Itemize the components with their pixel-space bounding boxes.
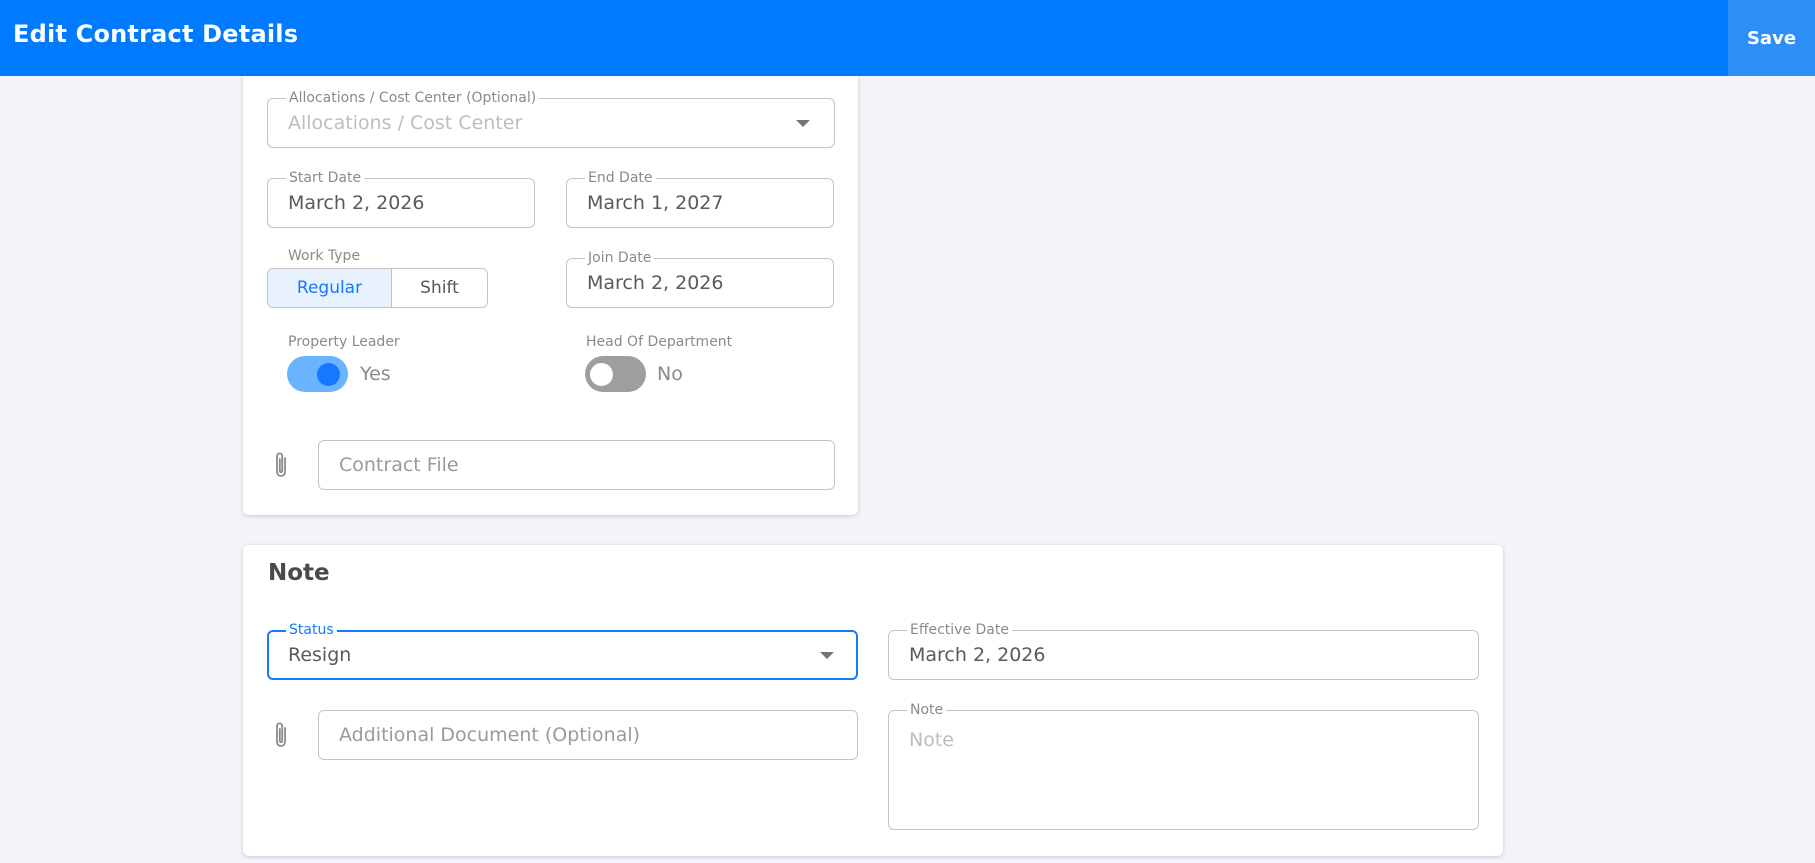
allocations-label: Allocations / Cost Center (Optional) xyxy=(286,90,540,106)
status-label: Status xyxy=(286,622,337,638)
note-textarea[interactable]: Note Note xyxy=(888,702,1479,830)
end-date-label: End Date xyxy=(585,170,656,186)
additional-document-input[interactable]: Additional Document (Optional) xyxy=(318,710,858,760)
work-type-label: Work Type xyxy=(288,248,361,264)
save-button[interactable]: Save xyxy=(1728,0,1815,76)
note-card: Note Status Resign Effective Date March … xyxy=(243,545,1503,856)
app-header: Edit Contract Details Save xyxy=(0,0,1815,76)
switch-knob xyxy=(317,363,340,386)
allocations-select[interactable]: Allocations / Cost Center (Optional) All… xyxy=(267,90,835,148)
work-type-shift-button[interactable]: Shift xyxy=(392,269,487,307)
allocations-placeholder: Allocations / Cost Center xyxy=(288,112,523,134)
join-date-value: March 2, 2026 xyxy=(587,272,724,294)
property-leader-switch[interactable] xyxy=(287,356,348,392)
note-label: Note xyxy=(907,702,947,718)
effective-date-field[interactable]: Effective Date March 2, 2026 xyxy=(888,622,1479,680)
note-placeholder: Note xyxy=(909,729,954,751)
property-leader-state: Yes xyxy=(360,363,391,385)
head-of-department-switch[interactable] xyxy=(585,356,646,392)
join-date-field[interactable]: Join Date March 2, 2026 xyxy=(566,250,834,308)
start-date-field[interactable]: Start Date March 2, 2026 xyxy=(267,170,535,228)
chevron-down-icon[interactable] xyxy=(796,120,810,127)
head-of-department-state: No xyxy=(657,363,683,385)
chevron-down-icon[interactable] xyxy=(820,652,834,659)
effective-date-label: Effective Date xyxy=(907,622,1012,638)
note-section-title: Note xyxy=(268,560,330,586)
contract-file-placeholder: Contract File xyxy=(339,454,459,476)
join-date-label: Join Date xyxy=(585,250,655,266)
work-type-regular-button[interactable]: Regular xyxy=(268,269,392,307)
page-title: Edit Contract Details xyxy=(13,20,299,48)
effective-date-value: March 2, 2026 xyxy=(909,644,1046,666)
work-type-toggle-group: Regular Shift xyxy=(267,268,488,308)
paperclip-icon[interactable] xyxy=(273,450,291,480)
additional-document-placeholder: Additional Document (Optional) xyxy=(339,724,641,746)
property-leader-label: Property Leader xyxy=(288,334,400,350)
start-date-value: March 2, 2026 xyxy=(288,192,425,214)
head-of-department-label: Head Of Department xyxy=(586,334,733,350)
contract-file-input[interactable]: Contract File xyxy=(318,440,835,490)
contract-details-card: Allocations / Cost Center (Optional) All… xyxy=(243,76,858,515)
status-value: Resign xyxy=(288,644,352,666)
end-date-value: March 1, 2027 xyxy=(587,192,724,214)
end-date-field[interactable]: End Date March 1, 2027 xyxy=(566,170,834,228)
switch-knob xyxy=(590,363,613,386)
start-date-label: Start Date xyxy=(286,170,365,186)
paperclip-icon[interactable] xyxy=(273,720,291,750)
status-select[interactable]: Status Resign xyxy=(267,622,858,680)
